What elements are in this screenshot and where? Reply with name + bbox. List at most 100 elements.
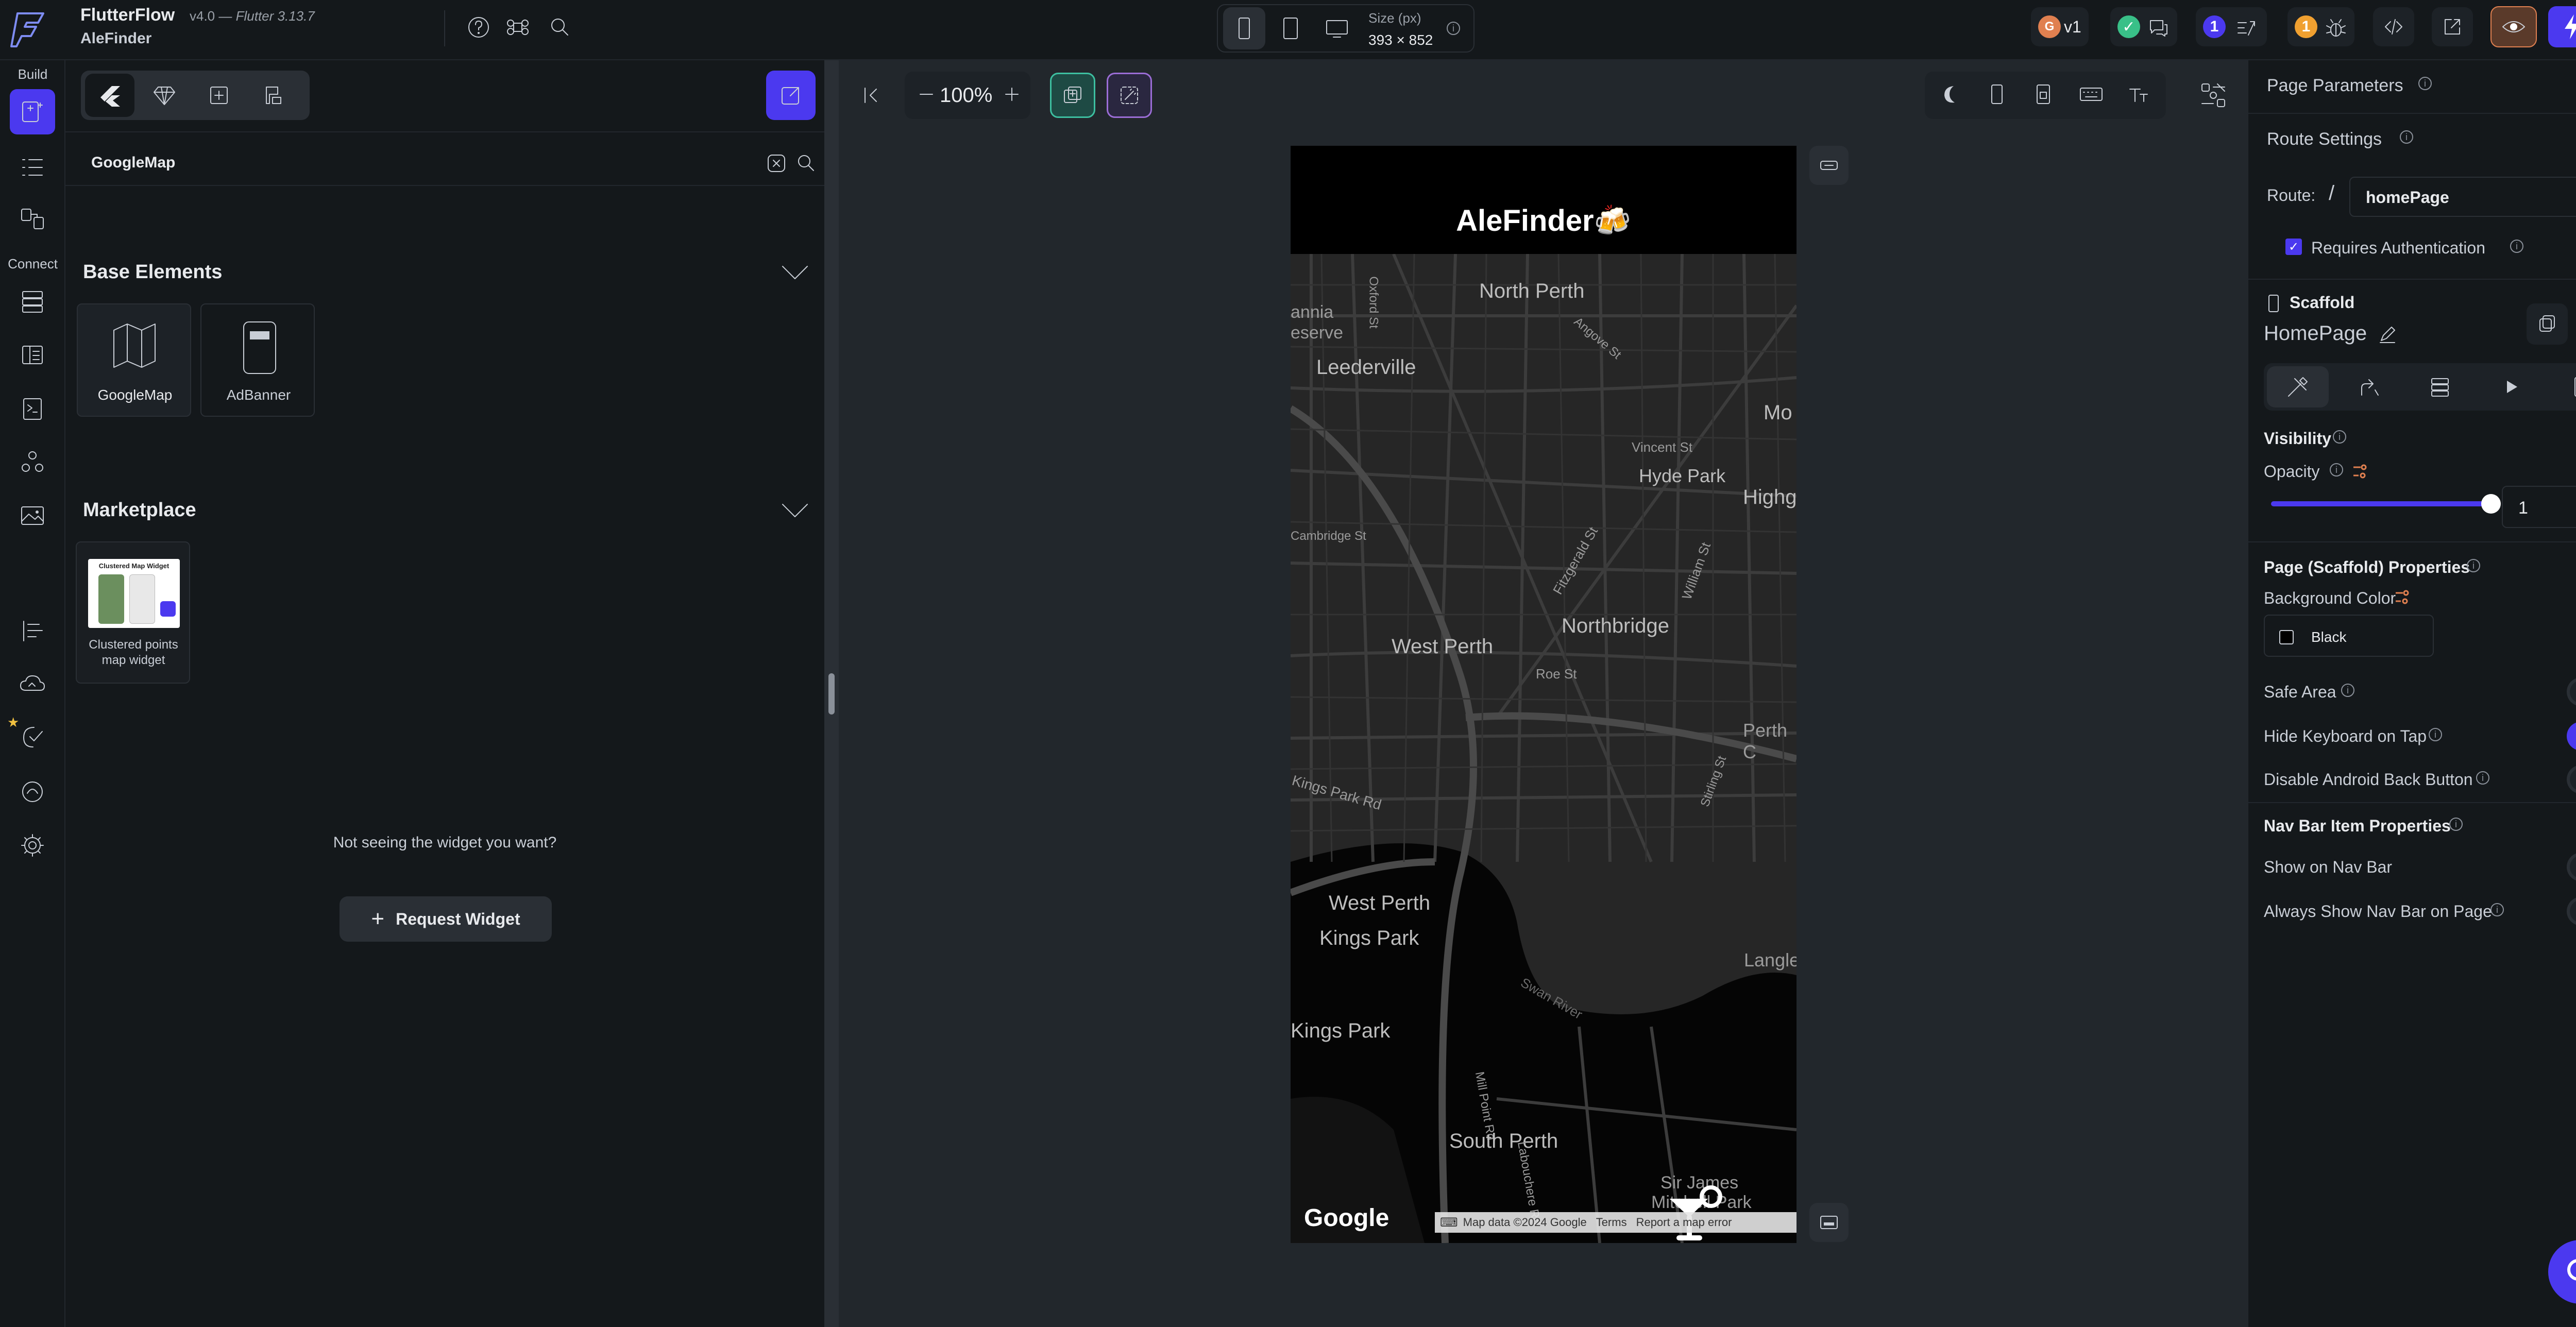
search-icon[interactable]	[795, 152, 818, 175]
google-map-widget[interactable]: North Perth Leederville Vincent St Hyde …	[1291, 254, 1797, 1243]
tab-animations-play-icon[interactable]	[2480, 366, 2542, 407]
app-bar-title[interactable]: AleFinder🍻	[1291, 203, 1797, 239]
device-tablet-button[interactable]	[1269, 7, 1312, 49]
hide-keyboard-toggle[interactable]	[2567, 722, 2576, 751]
always-show-nav-bar-toggle[interactable]	[2567, 897, 2576, 926]
info-icon[interactable]: i	[2341, 684, 2354, 697]
widget-card-googlemap[interactable]: GoogleMap	[77, 303, 191, 417]
settings-gear-icon[interactable]	[10, 823, 55, 868]
widget-outline-toggle[interactable]	[1050, 73, 1095, 118]
opacity-input[interactable]: 1	[2502, 486, 2576, 528]
app-state-icon[interactable]	[10, 332, 55, 378]
tab-library-components-icon[interactable]	[249, 74, 298, 117]
variable-binding-icon[interactable]	[2351, 462, 2370, 481]
widget-palette-icon[interactable]	[10, 89, 55, 134]
lightning-icon	[2562, 13, 2576, 40]
tab-page-code-icon[interactable]	[2551, 366, 2576, 407]
keyboard-icon[interactable]	[2078, 83, 2104, 106]
info-icon[interactable]: i	[2467, 559, 2480, 572]
storyboard-icon[interactable]	[10, 196, 55, 242]
info-icon[interactable]: i	[2476, 771, 2489, 785]
open-palette-external-button[interactable]	[766, 71, 816, 120]
preview-button[interactable]	[2490, 6, 2537, 47]
chevron-down-icon[interactable]	[779, 499, 810, 522]
device-desktop-button[interactable]	[1316, 7, 1358, 49]
api-calls-icon[interactable]	[10, 386, 55, 431]
collab-pill[interactable]: ✓	[2110, 7, 2177, 46]
canvas-settings-icon[interactable]	[2199, 81, 2228, 110]
widget-search-input[interactable]: GoogleMap	[91, 143, 814, 184]
resize-grip[interactable]	[828, 673, 835, 714]
tab-custom-components-icon[interactable]	[194, 74, 244, 117]
info-icon[interactable]: i	[2449, 818, 2463, 831]
command-icon[interactable]	[505, 14, 531, 40]
info-icon[interactable]: i	[2418, 77, 2432, 90]
background-color-picker[interactable]: Black	[2264, 615, 2434, 657]
custom-code-icon[interactable]	[10, 439, 55, 485]
bottom-panel-toggle[interactable]	[1809, 1203, 1849, 1242]
request-widget-button[interactable]: + Request Widget	[340, 896, 552, 942]
tab-flutter-widgets[interactable]	[85, 74, 134, 117]
marketplace-card-clustered-map[interactable]: Clustered Map Widget Clustered points ma…	[76, 541, 190, 684]
requires-auth-label: Requires Authentication	[2311, 239, 2485, 257]
tab-actions-icon[interactable]	[2338, 366, 2400, 407]
info-icon[interactable]: i	[2490, 903, 2504, 916]
page-name[interactable]: HomePage	[2264, 322, 2367, 345]
tab-backend-query-icon[interactable]	[2409, 366, 2471, 407]
safe-area-toggle[interactable]	[2567, 677, 2576, 706]
report-map-error-link[interactable]: Report a map error	[1636, 1216, 1732, 1229]
divider	[444, 10, 445, 46]
dark-mode-moon-icon[interactable]	[1939, 83, 1962, 106]
route-slash: /	[2329, 182, 2335, 205]
tab-properties-tools-icon[interactable]	[2267, 366, 2329, 407]
info-icon[interactable]: i	[2400, 130, 2413, 144]
theme-settings-icon[interactable]	[10, 608, 55, 654]
tab-premium-components-diamond-icon[interactable]	[140, 74, 189, 117]
keyboard-shortcuts-icon[interactable]: ⌨	[1440, 1215, 1458, 1230]
device-frame-icon[interactable]	[2032, 83, 2055, 106]
zoom-in-icon[interactable]	[1001, 83, 1023, 106]
code-view-button[interactable]	[2373, 7, 2414, 46]
opacity-slider-thumb[interactable]	[2481, 494, 2501, 514]
show-on-nav-bar-toggle[interactable]	[2567, 853, 2576, 881]
database-icon[interactable]	[10, 279, 55, 324]
cloud-functions-icon[interactable]	[10, 661, 55, 706]
widget-card-adbanner[interactable]: AdBanner	[200, 303, 315, 417]
info-icon[interactable]: i	[2510, 240, 2523, 253]
integrations-icon[interactable]	[10, 769, 55, 814]
chevron-down-icon[interactable]	[779, 261, 810, 284]
fit-width-button[interactable]	[1809, 146, 1849, 185]
run-button[interactable]	[2548, 6, 2576, 47]
requires-auth-checkbox[interactable]: ✓	[2285, 239, 2302, 255]
panel-resize-handle[interactable]	[824, 60, 839, 1327]
tests-icon[interactable]	[10, 714, 55, 760]
text-scale-icon[interactable]	[2127, 83, 2149, 106]
zoom-out-icon[interactable]	[915, 83, 938, 106]
collapse-panel-icon[interactable]	[852, 72, 892, 119]
flutterflow-logo-icon[interactable]	[7, 9, 54, 50]
help-chat-button[interactable]	[2548, 1240, 2576, 1304]
map-terms-link[interactable]: Terms	[1596, 1216, 1627, 1229]
variable-binding-icon[interactable]	[2394, 588, 2412, 606]
help-icon[interactable]	[466, 14, 492, 40]
info-icon[interactable]: i	[2330, 463, 2343, 477]
opacity-slider-track[interactable]	[2271, 501, 2497, 506]
info-icon[interactable]: i	[2429, 728, 2442, 741]
phone-frame-icon[interactable]	[1986, 83, 2008, 106]
info-icon[interactable]: i	[1447, 22, 1460, 35]
info-icon[interactable]: i	[2333, 430, 2346, 444]
branch-pill[interactable]: 1	[2196, 7, 2267, 46]
magic-select-toggle[interactable]	[1107, 73, 1152, 118]
clear-search-icon[interactable]	[766, 153, 787, 174]
route-input[interactable]: homePage	[2349, 177, 2576, 217]
disable-back-button-toggle[interactable]	[2567, 765, 2576, 794]
widget-tree-icon[interactable]	[10, 145, 55, 190]
device-phone-button[interactable]	[1223, 7, 1265, 49]
open-external-button[interactable]	[2432, 7, 2473, 46]
duplicate-page-button[interactable]	[2527, 303, 2568, 345]
version-pill[interactable]: G v1	[2031, 7, 2089, 46]
media-assets-icon[interactable]	[10, 493, 55, 538]
search-icon[interactable]	[547, 14, 573, 40]
edit-pencil-icon[interactable]	[2377, 324, 2398, 345]
debug-pill[interactable]: 1	[2287, 7, 2354, 46]
